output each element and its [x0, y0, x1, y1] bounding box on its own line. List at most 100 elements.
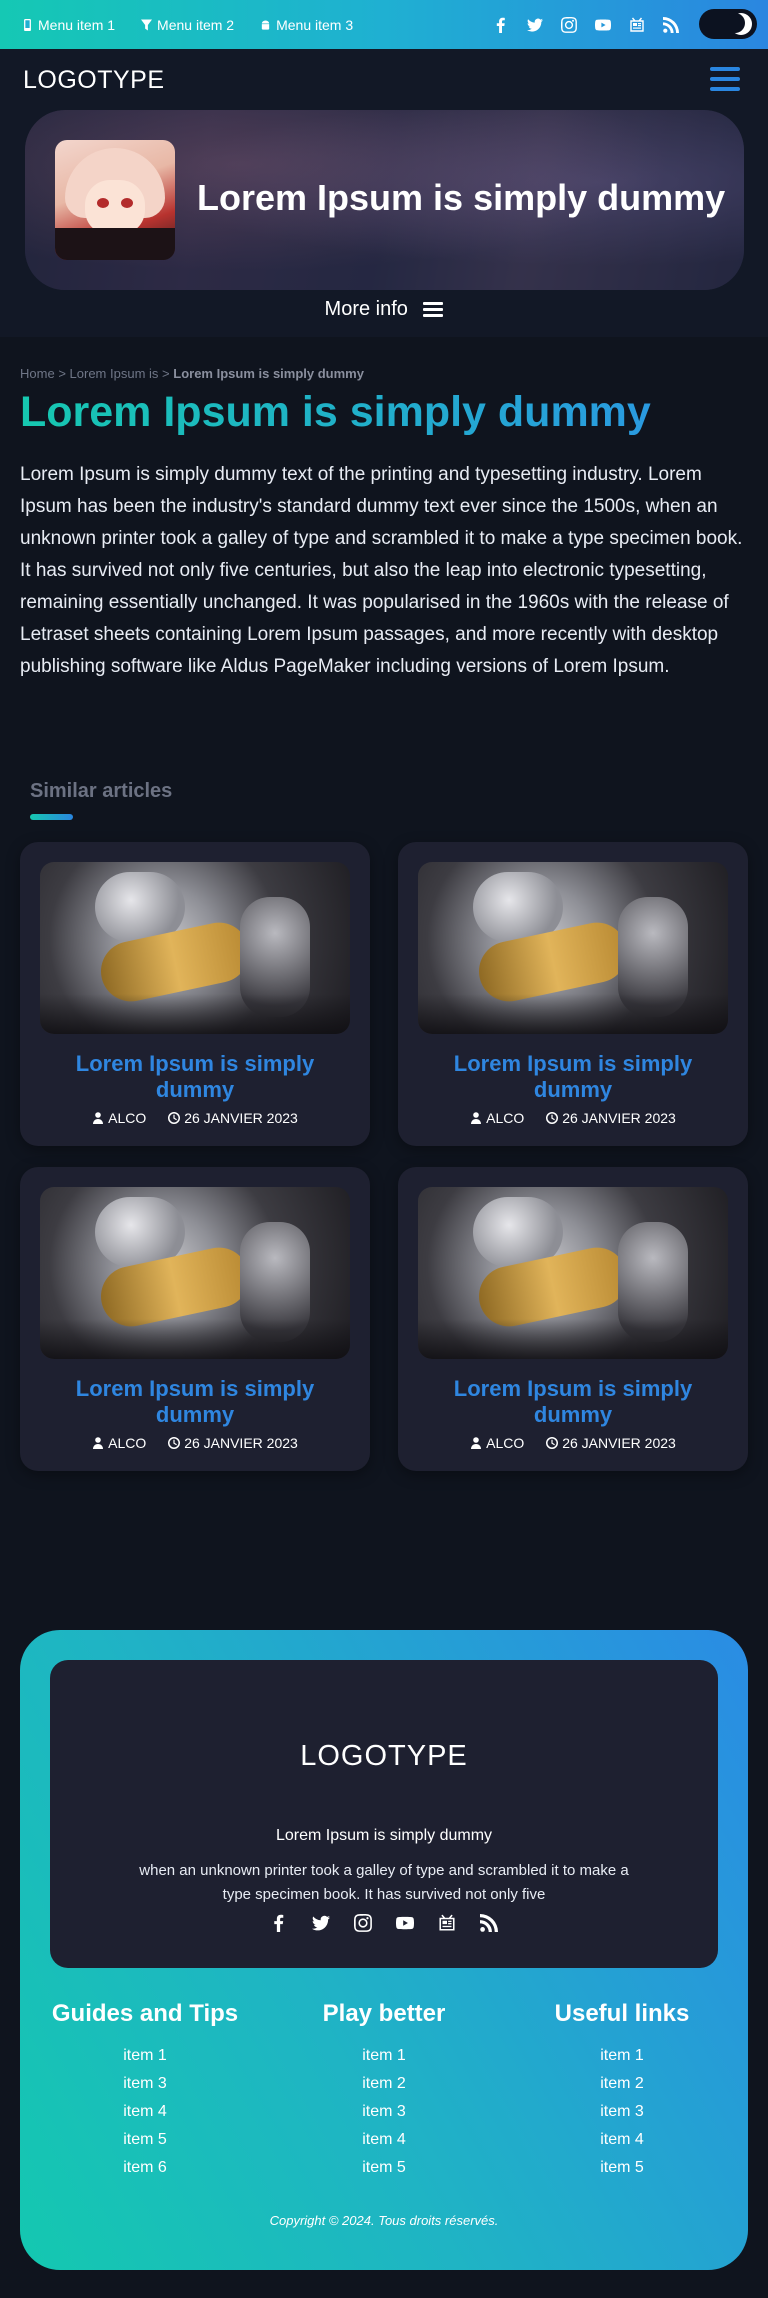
- page-title: Lorem Ipsum is simply dummy: [20, 388, 651, 436]
- youtube-icon[interactable]: [394, 1912, 416, 1934]
- article-author: ALCO: [108, 1435, 147, 1451]
- footer-link[interactable]: item 6: [40, 2154, 250, 2182]
- footer-link[interactable]: item 3: [517, 2098, 727, 2126]
- top-menu-item-2[interactable]: Menu item 2: [141, 17, 234, 33]
- clock-icon: [168, 1437, 181, 1449]
- footer-link[interactable]: item 1: [279, 2042, 489, 2070]
- article-thumbnail[interactable]: [40, 1187, 350, 1359]
- article-card[interactable]: Lorem Ipsum is simply dummy ALCO 26 JANV…: [20, 842, 370, 1146]
- clock-icon: [168, 1112, 181, 1124]
- instagram-icon[interactable]: [352, 1912, 374, 1934]
- article-card[interactable]: Lorem Ipsum is simply dummy ALCO 26 JANV…: [398, 1167, 748, 1471]
- footer-logo[interactable]: LOGOTYPE: [50, 1740, 718, 1773]
- breadcrumb-separator: >: [162, 366, 170, 381]
- footer-column-useful-links: Useful links item 1 item 2 item 3 item 4…: [517, 2000, 727, 2182]
- article-card-meta: ALCO 26 JANVIER 2023: [398, 1435, 748, 1452]
- instagram-icon[interactable]: [558, 14, 580, 36]
- top-menu-item-3[interactable]: Menu item 3: [260, 17, 353, 33]
- footer-description: when an unknown printer took a galley of…: [139, 1862, 629, 1903]
- youtube-icon[interactable]: [592, 14, 614, 36]
- more-info-label: More info: [324, 298, 408, 321]
- footer-link[interactable]: item 3: [40, 2070, 250, 2098]
- footer-link[interactable]: item 3: [279, 2098, 489, 2126]
- top-menu-item-2-label: Menu item 2: [157, 16, 235, 33]
- rss-icon[interactable]: [478, 1912, 500, 1934]
- moon-icon: [725, 13, 752, 35]
- twitter-icon[interactable]: [524, 14, 546, 36]
- copyright: Copyright © 2024. Tous droits réservés.: [269, 2213, 499, 2228]
- site-footer: LOGOTYPE Lorem Ipsum is simply dummy whe…: [20, 1630, 748, 2270]
- footer-brand-card: LOGOTYPE Lorem Ipsum is simply dummy whe…: [50, 1660, 718, 1968]
- similar-articles-heading: Similar articles: [30, 780, 173, 802]
- article-thumbnail[interactable]: [40, 862, 350, 1034]
- article-author: ALCO: [108, 1110, 147, 1126]
- article-date: 26 JANVIER 2023: [184, 1435, 298, 1451]
- article-author: ALCO: [486, 1110, 525, 1126]
- article-card-meta: ALCO 26 JANVIER 2023: [20, 1435, 370, 1452]
- user-icon: [93, 1437, 104, 1449]
- article-card[interactable]: Lorem Ipsum is simply dummy ALCO 26 JANV…: [398, 842, 748, 1146]
- article-date: 26 JANVIER 2023: [184, 1110, 298, 1126]
- article-card[interactable]: Lorem Ipsum is simply dummy ALCO 26 JANV…: [20, 1167, 370, 1471]
- dark-mode-toggle[interactable]: [699, 9, 757, 39]
- article-card-meta: ALCO 26 JANVIER 2023: [20, 1110, 370, 1127]
- hero-avatar-image: [55, 140, 175, 260]
- user-icon: [471, 1437, 482, 1449]
- footer-tagline: Lorem Ipsum is simply dummy: [275, 1827, 493, 1844]
- header-logo[interactable]: LOGOTYPE: [23, 66, 165, 95]
- article-thumbnail[interactable]: [418, 1187, 728, 1359]
- user-icon: [93, 1112, 104, 1124]
- hero-title: Lorem Ipsum is simply dummy: [197, 177, 726, 218]
- footer-link[interactable]: item 4: [40, 2098, 250, 2126]
- news-icon[interactable]: [436, 1912, 458, 1934]
- top-socials: [490, 14, 694, 36]
- article-card-title[interactable]: Lorem Ipsum is simply dummy: [40, 1376, 350, 1428]
- more-info-button[interactable]: More info: [0, 298, 768, 321]
- top-bar: Menu item 1 Menu item 2 Menu item 3: [0, 0, 768, 49]
- footer-socials: [50, 1912, 718, 1934]
- article-card-title[interactable]: Lorem Ipsum is simply dummy: [418, 1376, 728, 1428]
- rss-icon[interactable]: [660, 14, 682, 36]
- heading-underline: [30, 814, 73, 820]
- mobile-icon: [24, 18, 31, 31]
- footer-column-title: Useful links: [554, 2000, 690, 2027]
- footer-column-play-better: Play better item 1 item 2 item 3 item 4 …: [279, 2000, 489, 2182]
- footer-link[interactable]: item 5: [517, 2154, 727, 2182]
- news-icon[interactable]: [626, 14, 648, 36]
- breadcrumb-current: Lorem Ipsum is simply dummy: [173, 366, 364, 381]
- article-card-meta: ALCO 26 JANVIER 2023: [398, 1110, 748, 1127]
- top-menu-item-3-label: Menu item 3: [276, 16, 354, 33]
- clock-icon: [546, 1437, 559, 1449]
- facebook-icon[interactable]: [268, 1912, 290, 1934]
- breadcrumb-parent[interactable]: Lorem Ipsum is: [70, 366, 159, 381]
- article-date: 26 JANVIER 2023: [562, 1435, 676, 1451]
- article-date: 26 JANVIER 2023: [562, 1110, 676, 1126]
- filter-icon: [141, 19, 153, 30]
- article-author: ALCO: [486, 1435, 525, 1451]
- footer-link[interactable]: item 5: [279, 2154, 489, 2182]
- breadcrumb-separator: >: [58, 366, 66, 381]
- footer-link[interactable]: item 2: [517, 2070, 727, 2098]
- hamburger-menu-icon[interactable]: [710, 67, 740, 91]
- article-card-title[interactable]: Lorem Ipsum is simply dummy: [40, 1051, 350, 1103]
- twitter-icon[interactable]: [310, 1912, 332, 1934]
- footer-link[interactable]: item 5: [40, 2126, 250, 2154]
- facebook-icon[interactable]: [490, 14, 512, 36]
- breadcrumb-home[interactable]: Home: [20, 366, 55, 381]
- footer-link[interactable]: item 1: [40, 2042, 250, 2070]
- article-thumbnail[interactable]: [418, 862, 728, 1034]
- footer-link[interactable]: item 4: [279, 2126, 489, 2154]
- footer-column-title: Play better: [322, 2000, 446, 2027]
- footer-column-guides: Guides and Tips item 1 item 3 item 4 ite…: [40, 2000, 250, 2182]
- clock-icon: [546, 1112, 559, 1124]
- footer-link[interactable]: item 4: [517, 2126, 727, 2154]
- user-icon: [471, 1112, 482, 1124]
- footer-column-title: Guides and Tips: [51, 2000, 239, 2027]
- hero-banner: Lorem Ipsum is simply dummy: [25, 110, 744, 290]
- article-card-title[interactable]: Lorem Ipsum is simply dummy: [418, 1051, 728, 1103]
- top-menu-item-1-label: Menu item 1: [38, 16, 116, 33]
- footer-link[interactable]: item 1: [517, 2042, 727, 2070]
- menu-bars-icon: [423, 299, 444, 320]
- top-menu-item-1[interactable]: Menu item 1: [22, 17, 115, 33]
- footer-link[interactable]: item 2: [279, 2070, 489, 2098]
